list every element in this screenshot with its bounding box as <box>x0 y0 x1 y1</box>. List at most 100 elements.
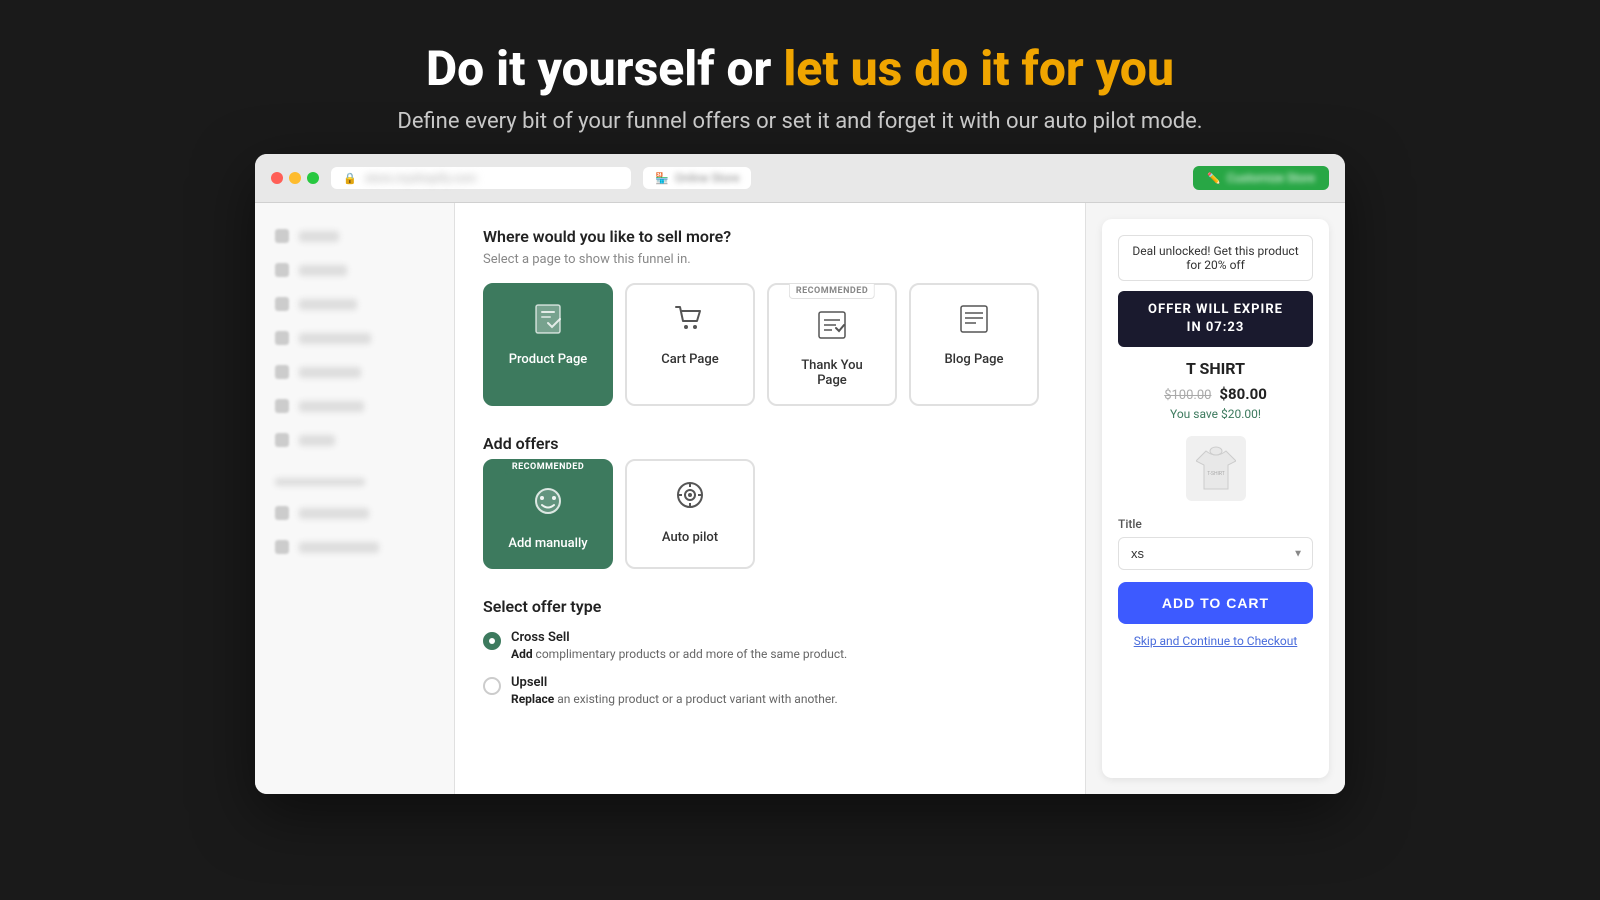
customize-store-label: Customize Store <box>1227 171 1315 185</box>
sidebar-online-store-label <box>299 508 369 519</box>
sidebar-item-point-of-sale[interactable] <box>255 530 454 564</box>
maximize-dot <box>307 172 319 184</box>
savings-text: You save $20.00! <box>1118 407 1313 421</box>
sidebar-item-analytics[interactable] <box>255 355 454 389</box>
sidebar-item-orders[interactable] <box>255 253 454 287</box>
address-text: store.myshopify.com <box>365 171 477 185</box>
expire-line2: IN 07:23 <box>1130 319 1301 337</box>
browser-window: 🔒 store.myshopify.com 🏪 Online Store ✏️ … <box>255 154 1345 794</box>
sales-icon <box>275 433 289 447</box>
deal-banner: Deal unlocked! Get this product for 20% … <box>1118 235 1313 281</box>
browser-content: Where would you like to sell more? Selec… <box>255 203 1345 794</box>
upsell-desc: Replace an existing product or a product… <box>511 692 838 706</box>
analytics-icon <box>275 365 289 379</box>
cross-sell-radio[interactable] <box>483 632 501 650</box>
thankyou-page-icon <box>814 307 850 348</box>
upsell-radio[interactable] <box>483 677 501 695</box>
offer-card-autopilot[interactable]: Auto pilot <box>625 459 755 569</box>
sidebar-customers-label <box>299 333 371 344</box>
section3-title: Select offer type <box>483 597 1057 616</box>
sidebar-item-discounts[interactable] <box>255 389 454 423</box>
product-image: T-SHIRT <box>1186 436 1246 501</box>
hero-title-plain: Do it yourself or <box>426 40 783 97</box>
orders-icon <box>275 263 289 277</box>
home-icon <box>275 229 289 243</box>
browser-chrome: 🔒 store.myshopify.com 🏪 Online Store ✏️ … <box>255 154 1345 203</box>
discounted-price: $80.00 <box>1219 385 1266 403</box>
recommended-badge-thankyou: RECOMMENDED <box>789 284 875 299</box>
recommended-badge-manual: RECOMMENDED <box>505 460 591 475</box>
blog-page-icon <box>956 301 992 342</box>
autopilot-icon <box>672 477 708 520</box>
close-dot <box>271 172 283 184</box>
thankyou-page-label: Thank You Page <box>789 358 875 388</box>
section1-subtitle: Select a page to show this funnel in. <box>483 252 1057 267</box>
product-image-area: T-SHIRT <box>1118 433 1313 503</box>
nav-label: Online Store <box>675 171 740 185</box>
upsell-text: Upsell Replace an existing product or a … <box>511 675 838 706</box>
sidebar-discounts-label <box>299 401 364 412</box>
cross-sell-text: Cross Sell Add complimentary products or… <box>511 630 847 661</box>
cart-page-label: Cart Page <box>661 352 719 367</box>
upsell-option[interactable]: Upsell Replace an existing product or a … <box>483 675 1057 706</box>
title-label: Title <box>1118 517 1313 531</box>
size-select-wrapper[interactable]: xs s m l xl <box>1118 537 1313 570</box>
page-card-product[interactable]: Product Page <box>483 283 613 406</box>
product-price-row: $100.00 $80.00 <box>1118 384 1313 403</box>
sidebar-analytics-label <box>299 367 361 378</box>
pos-icon <box>275 540 289 554</box>
address-bar[interactable]: 🔒 store.myshopify.com <box>331 167 631 189</box>
page-card-cart[interactable]: Cart Page <box>625 283 755 406</box>
page-card-blog[interactable]: Blog Page <box>909 283 1039 406</box>
sidebar-section-label <box>275 478 365 486</box>
cross-sell-desc: Add complimentary products or add more o… <box>511 647 847 661</box>
page-cards-grid: Product Page Cart Page RECOMMEN <box>483 283 1057 406</box>
sidebar <box>255 203 455 794</box>
offer-cards-grid: RECOMMENDED Add manually <box>483 459 1057 569</box>
browser-traffic-lights <box>271 172 319 184</box>
sidebar-home-label <box>299 231 339 242</box>
cart-page-icon <box>672 301 708 342</box>
section2-title: Add offers <box>483 434 1057 453</box>
sidebar-item-products[interactable] <box>255 287 454 321</box>
add-to-cart-button[interactable]: ADD TO CART <box>1118 582 1313 624</box>
online-store-icon <box>275 506 289 520</box>
sidebar-item-home[interactable] <box>255 219 454 253</box>
sidebar-products-label <box>299 299 357 310</box>
svg-text:T-SHIRT: T-SHIRT <box>1207 471 1225 477</box>
skip-checkout-link[interactable]: Skip and Continue to Checkout <box>1118 634 1313 648</box>
products-icon <box>275 297 289 311</box>
sidebar-item-sales[interactable] <box>255 423 454 457</box>
minimize-dot <box>289 172 301 184</box>
add-manually-label: Add manually <box>508 536 587 551</box>
offer-type-section: Select offer type Cross Sell Add complim… <box>483 597 1057 706</box>
main-content: Where would you like to sell more? Selec… <box>455 203 1085 794</box>
add-manually-icon <box>530 483 566 526</box>
blog-page-label: Blog Page <box>944 352 1003 367</box>
size-select[interactable]: xs s m l xl <box>1118 537 1313 570</box>
autopilot-label: Auto pilot <box>662 530 718 545</box>
sidebar-pos-label <box>299 542 379 553</box>
sidebar-orders-label <box>299 265 347 276</box>
offer-card-manual[interactable]: RECOMMENDED Add manually <box>483 459 613 569</box>
expire-banner: OFFER WILL EXPIRE IN 07:23 <box>1118 291 1313 347</box>
expire-line1: OFFER WILL EXPIRE <box>1130 301 1301 319</box>
cross-sell-option[interactable]: Cross Sell Add complimentary products or… <box>483 630 1057 661</box>
sidebar-sales-label <box>299 435 335 446</box>
customers-icon <box>275 331 289 345</box>
customize-store-button[interactable]: ✏️ Customize Store <box>1193 166 1329 190</box>
product-name: T SHIRT <box>1118 359 1313 378</box>
upsell-label: Upsell <box>511 675 838 690</box>
product-page-icon <box>530 301 566 342</box>
hero-title-highlight: let us do it for you <box>783 40 1174 97</box>
discounts-icon <box>275 399 289 413</box>
hero-title: Do it yourself or let us do it for you <box>20 40 1580 97</box>
sidebar-item-online-store[interactable] <box>255 496 454 530</box>
nav-button[interactable]: 🏪 Online Store <box>643 167 751 189</box>
hero-subtitle: Define every bit of your funnel offers o… <box>20 109 1580 134</box>
product-preview-card: Deal unlocked! Get this product for 20% … <box>1102 219 1329 778</box>
sidebar-item-customers[interactable] <box>255 321 454 355</box>
section1-title: Where would you like to sell more? <box>483 227 1057 246</box>
page-card-thankyou[interactable]: RECOMMENDED Thank You Page <box>767 283 897 406</box>
product-page-label: Product Page <box>509 352 588 367</box>
